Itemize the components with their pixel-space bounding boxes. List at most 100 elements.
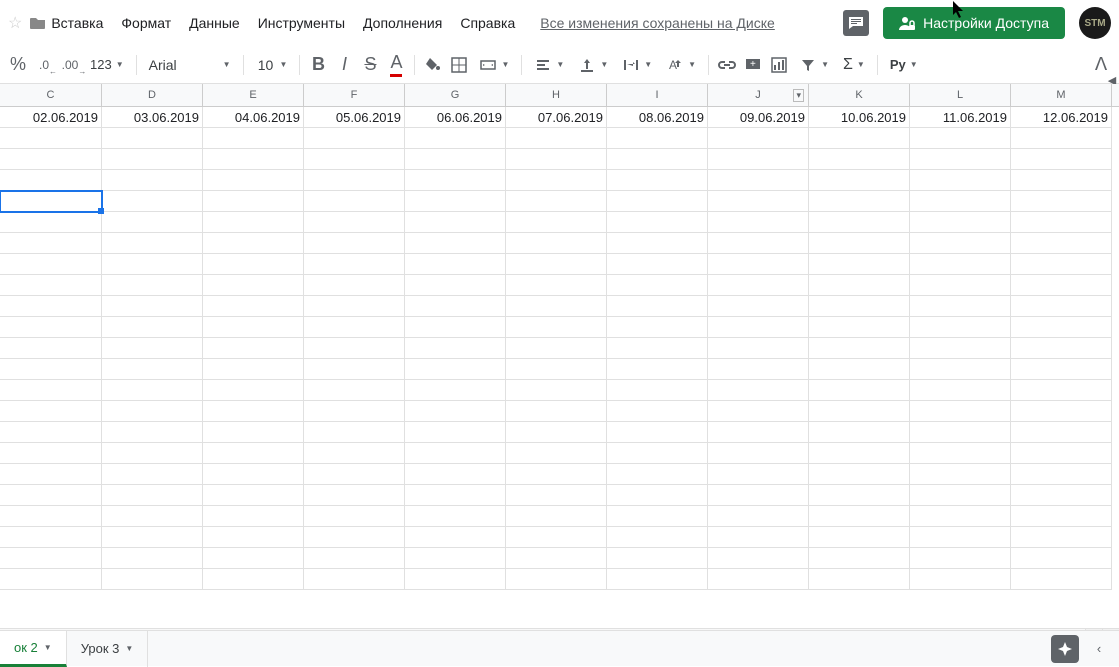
cell[interactable] (910, 380, 1011, 401)
cell[interactable] (1011, 443, 1112, 464)
cell[interactable] (304, 464, 405, 485)
cell[interactable] (405, 128, 506, 149)
cell[interactable] (405, 296, 506, 317)
cell[interactable] (506, 464, 607, 485)
cell[interactable] (809, 422, 910, 443)
italic-button[interactable]: I (332, 52, 356, 78)
cell[interactable] (0, 128, 102, 149)
cell[interactable] (405, 170, 506, 191)
cell[interactable]: 03.06.2019 (102, 107, 203, 128)
cell[interactable] (203, 569, 304, 590)
cell[interactable] (1011, 128, 1112, 149)
cell[interactable] (910, 359, 1011, 380)
cell[interactable] (809, 527, 910, 548)
cell[interactable] (708, 527, 809, 548)
cell[interactable] (102, 275, 203, 296)
cell[interactable] (910, 149, 1011, 170)
cell[interactable] (203, 485, 304, 506)
cell[interactable] (0, 296, 102, 317)
cell[interactable] (0, 275, 102, 296)
cell[interactable] (102, 380, 203, 401)
cell[interactable] (910, 443, 1011, 464)
cell[interactable] (0, 191, 102, 212)
cell[interactable] (1011, 485, 1112, 506)
cell[interactable] (203, 149, 304, 170)
menu-tools[interactable]: Инструменты (249, 9, 354, 37)
cell[interactable] (809, 443, 910, 464)
cell[interactable] (910, 548, 1011, 569)
cell[interactable] (607, 128, 708, 149)
share-button[interactable]: Настройки Доступа (883, 7, 1065, 39)
cell[interactable] (607, 506, 708, 527)
cell[interactable] (0, 401, 102, 422)
cell[interactable] (304, 191, 405, 212)
cell[interactable] (910, 527, 1011, 548)
cell[interactable] (809, 485, 910, 506)
cell[interactable] (708, 359, 809, 380)
cell[interactable] (102, 443, 203, 464)
cell[interactable]: 05.06.2019 (304, 107, 405, 128)
borders-button[interactable] (447, 52, 471, 78)
chevron-down-icon[interactable]: ▼ (125, 644, 133, 653)
format-percent[interactable]: % (6, 52, 30, 78)
cell[interactable] (405, 506, 506, 527)
cell[interactable] (0, 569, 102, 590)
cell[interactable] (809, 149, 910, 170)
cell[interactable] (304, 317, 405, 338)
cell[interactable] (910, 191, 1011, 212)
cell[interactable] (102, 464, 203, 485)
cell[interactable] (607, 254, 708, 275)
cell[interactable] (607, 233, 708, 254)
cell[interactable] (708, 191, 809, 212)
cell[interactable] (1011, 338, 1112, 359)
cell[interactable]: 11.06.2019 (910, 107, 1011, 128)
cell[interactable] (809, 212, 910, 233)
text-color-button[interactable]: A (384, 52, 408, 78)
cell[interactable] (1011, 170, 1112, 191)
cell[interactable] (0, 548, 102, 569)
cell[interactable] (809, 506, 910, 527)
cell[interactable] (708, 233, 809, 254)
cell[interactable] (405, 254, 506, 275)
cell[interactable] (910, 233, 1011, 254)
cell[interactable] (304, 380, 405, 401)
cell[interactable] (506, 548, 607, 569)
cell[interactable] (910, 422, 1011, 443)
cell[interactable] (0, 359, 102, 380)
cell[interactable] (405, 527, 506, 548)
cell[interactable] (607, 401, 708, 422)
cell[interactable] (0, 506, 102, 527)
cell[interactable] (203, 212, 304, 233)
cell[interactable] (0, 254, 102, 275)
column-header-I[interactable]: I (607, 84, 708, 106)
cell[interactable] (809, 548, 910, 569)
cell[interactable] (102, 128, 203, 149)
cell[interactable] (708, 170, 809, 191)
spreadsheet-grid[interactable]: CDEFGHIJKLM 02.06.201903.06.201904.06.20… (0, 84, 1119, 644)
cell[interactable] (809, 296, 910, 317)
menu-data[interactable]: Данные (180, 9, 249, 37)
merge-cells-button[interactable]: ▼ (473, 52, 515, 78)
cell[interactable] (405, 317, 506, 338)
cell[interactable]: 08.06.2019 (607, 107, 708, 128)
cell[interactable] (0, 149, 102, 170)
cell[interactable] (304, 422, 405, 443)
cell[interactable] (506, 443, 607, 464)
cell[interactable] (607, 149, 708, 170)
cell[interactable] (304, 443, 405, 464)
cell[interactable] (809, 170, 910, 191)
column-header-C[interactable]: C (0, 84, 102, 106)
save-status[interactable]: Все изменения сохранены на Диске (540, 15, 775, 31)
cell[interactable] (607, 464, 708, 485)
sheet-tab-2[interactable]: Урок 3 ▼ (67, 631, 149, 667)
cell[interactable] (203, 170, 304, 191)
cell[interactable] (0, 170, 102, 191)
cell[interactable] (203, 464, 304, 485)
cell[interactable] (203, 338, 304, 359)
cell[interactable] (304, 212, 405, 233)
cell[interactable] (405, 191, 506, 212)
cell[interactable] (102, 359, 203, 380)
cell[interactable] (506, 380, 607, 401)
cell[interactable] (203, 548, 304, 569)
halign-button[interactable]: ▼ (528, 52, 570, 78)
